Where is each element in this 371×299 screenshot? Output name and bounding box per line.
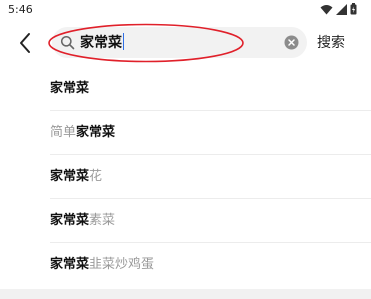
suggestion-item[interactable]: 家常菜花 <box>0 155 371 199</box>
wifi-icon <box>320 4 333 14</box>
bottom-divider <box>0 289 371 299</box>
text-caret <box>123 33 124 50</box>
search-box[interactable]: 家常菜 <box>52 27 307 58</box>
suggestion-suffix: 花 <box>89 169 103 184</box>
signal-icon <box>336 3 347 15</box>
suggestion-item[interactable]: 家常菜 <box>0 67 371 111</box>
clear-icon[interactable] <box>284 35 299 50</box>
status-bar: 5:46 <box>0 0 371 22</box>
suggestion-prefix: 简单 <box>50 125 77 140</box>
battery-icon <box>350 3 357 15</box>
suggestion-match: 家常菜 <box>50 213 90 228</box>
suggestion-match: 家常菜 <box>50 81 90 96</box>
suggestion-item[interactable]: 家常菜素菜 <box>0 199 371 243</box>
suggestion-list: 家常菜 简单家常菜 家常菜花 家常菜素菜 家常菜韭菜炒鸡蛋 <box>0 67 371 287</box>
search-bar: 家常菜 搜索 <box>0 22 371 66</box>
status-icons <box>320 3 357 15</box>
suggestion-item[interactable]: 家常菜韭菜炒鸡蛋 <box>0 243 371 287</box>
search-input[interactable]: 家常菜 <box>80 33 124 53</box>
suggestion-suffix: 韭菜炒鸡蛋 <box>89 257 155 272</box>
suggestion-suffix: 素菜 <box>89 213 116 228</box>
search-submit-button[interactable]: 搜索 <box>317 34 345 52</box>
magnifier-icon <box>60 35 75 50</box>
back-button[interactable] <box>14 30 38 56</box>
suggestion-match: 家常菜 <box>50 257 90 272</box>
suggestion-item[interactable]: 简单家常菜 <box>0 111 371 155</box>
chevron-left-icon <box>20 33 30 53</box>
suggestion-match: 家常菜 <box>50 169 90 184</box>
status-time: 5:46 <box>8 3 33 16</box>
suggestion-match: 家常菜 <box>76 125 116 140</box>
search-query: 家常菜 <box>80 35 122 51</box>
